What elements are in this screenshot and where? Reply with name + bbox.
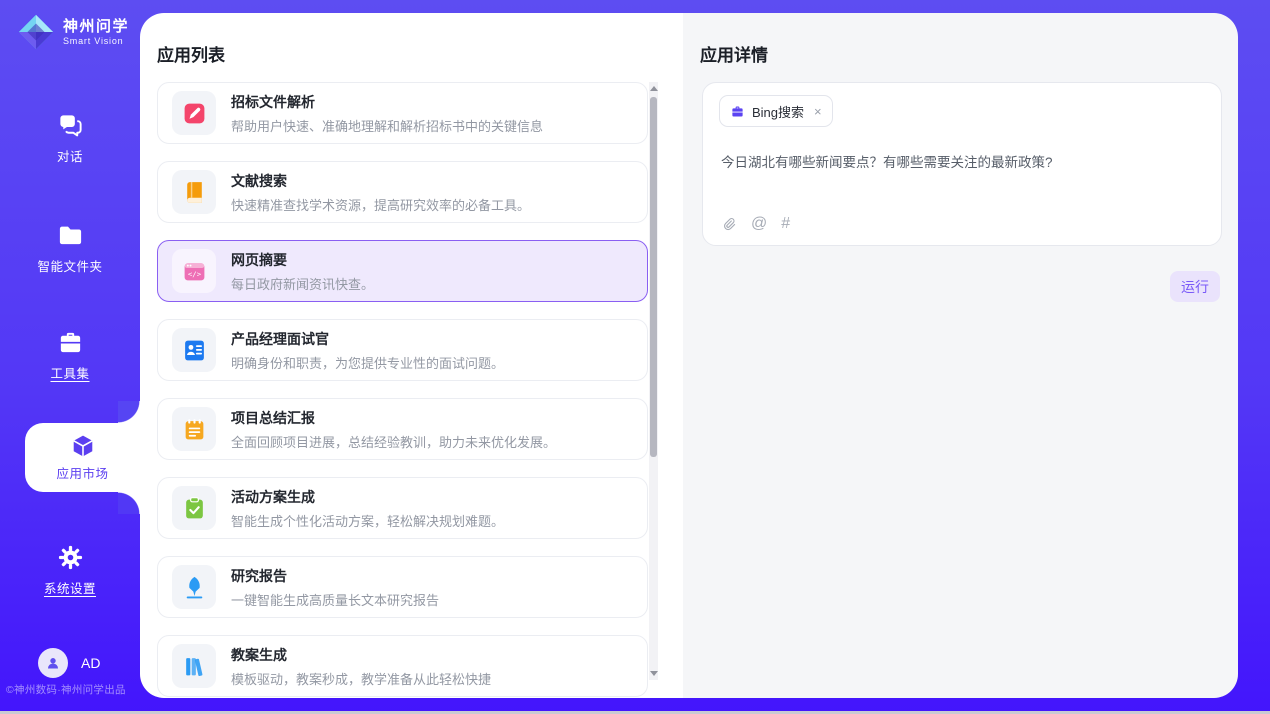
app-card[interactable]: 招标文件解析 帮助用户快速、准确地理解和解析招标书中的关键信息 (157, 82, 648, 144)
app-card-description: 快速精准查找学术资源，提高研究效率的必备工具。 (231, 195, 530, 214)
app-detail-title: 应用详情 (700, 41, 768, 66)
app-card[interactable]: 产品经理面试官 明确身份和职责，为您提供专业性的面试问题。 (157, 319, 648, 381)
app-card-description: 每日政府新闻资讯快查。 (231, 274, 374, 293)
app-list-panel: 应用列表 招标文件解析 帮助用户快速、准确地理解和解析招标书中的关键信息 文献搜… (140, 13, 683, 698)
app-window: 神州问学 Smart Vision 对话 智能文件夹 工具集 应用市场 系统设置 (0, 0, 1270, 714)
clipboard-check-icon (182, 496, 207, 521)
app-card[interactable]: 活动方案生成 智能生成个性化活动方案，轻松解决规划难题。 (157, 477, 648, 539)
notepad-icon (182, 417, 207, 442)
copyright-footer: ©神州数码·神州问学出品 (6, 682, 146, 697)
app-card-description: 全面回顾项目进展，总结经验教训，助力未来优化发展。 (231, 432, 556, 451)
edit-note-icon (182, 101, 207, 126)
sidebar-item-toolbox[interactable]: 工具集 (0, 329, 140, 382)
tool-tag-label: Bing搜索 (752, 102, 804, 121)
hash-icon[interactable]: # (781, 216, 790, 232)
app-card-title: 网页摘要 (231, 250, 374, 270)
app-card-title: 产品经理面试官 (231, 329, 504, 349)
content-frame: 应用列表 招标文件解析 帮助用户快速、准确地理解和解析招标书中的关键信息 文献搜… (140, 13, 1238, 698)
app-card-description: 帮助用户快速、准确地理解和解析招标书中的关键信息 (231, 116, 543, 135)
app-list: 招标文件解析 帮助用户快速、准确地理解和解析招标书中的关键信息 文献搜索 快速精… (157, 82, 648, 697)
app-card-description: 明确身份和职责，为您提供专业性的面试问题。 (231, 353, 504, 372)
app-card-title: 研究报告 (231, 566, 439, 586)
sidebar-item-settings[interactable]: 系统设置 (0, 544, 140, 597)
sidebar-item-app-market[interactable]: 应用市场 (25, 423, 140, 492)
brand-name: 神州问学 (63, 18, 129, 36)
toolbox-icon (57, 329, 84, 356)
paperclip-icon[interactable] (721, 216, 737, 232)
scroll-up-arrow-icon[interactable] (650, 86, 658, 91)
app-card[interactable]: 教案生成 模板驱动，教案秒成，教学准备从此轻松快捷 (157, 635, 648, 697)
scroll-down-arrow-icon[interactable] (650, 671, 658, 676)
brand-logo: 神州问学 Smart Vision (17, 13, 129, 51)
sidebar-item-chat[interactable]: 对话 (0, 112, 140, 165)
books-icon (182, 654, 207, 679)
avatar (38, 648, 68, 678)
list-scrollbar[interactable] (649, 82, 658, 680)
app-card-title: 教案生成 (231, 645, 491, 665)
tool-tag-bing-search[interactable]: Bing搜索 × (719, 95, 833, 127)
sidebar-item-smart-folder[interactable]: 智能文件夹 (0, 222, 140, 275)
app-detail-panel: 应用详情 Bing搜索 × 今日湖北有哪些新闻要点？有哪些需要关注的最新政策? … (683, 13, 1238, 698)
app-card[interactable]: 项目总结汇报 全面回顾项目进展，总结经验教训，助力未来优化发展。 (157, 398, 648, 460)
book-icon (182, 180, 207, 205)
app-card-title: 文献搜索 (231, 171, 530, 191)
sidebar-item-label: 系统设置 (44, 578, 96, 597)
tag-close-icon[interactable]: × (814, 104, 822, 119)
gear-icon (57, 544, 84, 571)
app-card-title: 招标文件解析 (231, 92, 543, 112)
app-card-description: 一键智能生成高质量长文本研究报告 (231, 590, 439, 609)
app-card-title: 活动方案生成 (231, 487, 504, 507)
app-card[interactable]: 文献搜索 快速精准查找学术资源，提高研究效率的必备工具。 (157, 161, 648, 223)
app-card[interactable]: 网页摘要 每日政府新闻资讯快查。 (157, 240, 648, 302)
sidebar-item-label: 工具集 (50, 363, 89, 382)
sidebar-item-label: 应用市场 (56, 463, 108, 482)
scrollbar-thumb[interactable] (650, 97, 657, 457)
app-list-title: 应用列表 (157, 41, 225, 66)
interviewer-icon (182, 338, 207, 363)
query-input-card[interactable]: Bing搜索 × 今日湖北有哪些新闻要点？有哪些需要关注的最新政策? @ # (702, 82, 1222, 246)
app-card[interactable]: 研究报告 一键智能生成高质量长文本研究报告 (157, 556, 648, 618)
app-card-description: 智能生成个性化活动方案，轻松解决规划难题。 (231, 511, 504, 530)
cube-icon (70, 433, 96, 459)
sidebar-item-label: 对话 (57, 146, 83, 165)
run-button[interactable]: 运行 (1170, 271, 1220, 302)
user-account[interactable]: AD (38, 648, 100, 678)
brand-subtitle: Smart Vision (63, 36, 129, 46)
chat-icon (57, 112, 84, 139)
sidebar-item-label: 智能文件夹 (37, 256, 102, 275)
quill-icon (182, 575, 207, 600)
mention-icon[interactable]: @ (751, 216, 767, 232)
briefcase-icon (730, 104, 745, 119)
diamond-logo-icon (17, 13, 55, 51)
app-card-title: 项目总结汇报 (231, 408, 556, 428)
user-name: AD (81, 655, 100, 671)
web-code-icon (182, 259, 207, 284)
query-text-input[interactable]: 今日湖北有哪些新闻要点？有哪些需要关注的最新政策? (721, 151, 1203, 171)
app-card-description: 模板驱动，教案秒成，教学准备从此轻松快捷 (231, 669, 491, 688)
user-icon (44, 654, 62, 672)
folder-icon (57, 222, 84, 249)
